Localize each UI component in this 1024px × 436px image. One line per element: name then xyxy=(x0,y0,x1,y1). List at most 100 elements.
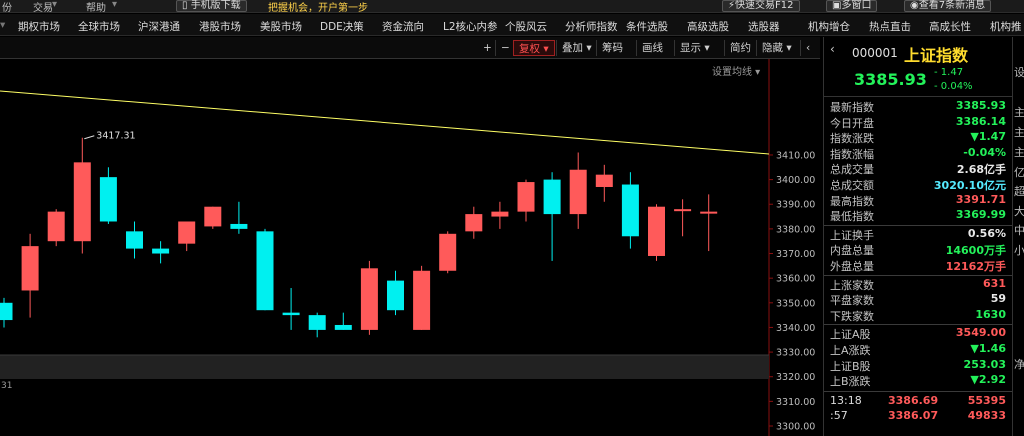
menu-item[interactable]: 个股风云 xyxy=(505,19,547,34)
top-bar: 份 交易 ▾ 帮助 ▾ ▯ 手机版下载 把握机会，开户第一步 ⚡快速交易F12 … xyxy=(0,0,1024,14)
zoom-in-button[interactable]: + xyxy=(478,40,497,56)
side-strip-item[interactable]: 大 xyxy=(1014,203,1024,219)
chevron-down-icon: ▾ xyxy=(112,0,118,10)
menu-item[interactable]: 机构增仓 xyxy=(808,19,850,34)
side-strip-item[interactable]: 主 xyxy=(1014,124,1024,140)
candle-down xyxy=(126,231,143,249)
menu-item[interactable]: 分析师指数 xyxy=(565,19,618,34)
chips-button[interactable]: 筹码 xyxy=(596,40,628,56)
kline-chart-panel[interactable]: 3410.00 3400.00 3390.00 3380.00 3370.00 3360.… xyxy=(0,37,820,436)
quote-value: 3369.99 xyxy=(955,208,1006,222)
side-strip-item[interactable]: 小 xyxy=(1014,242,1024,258)
side-strip-item[interactable]: 亿 xyxy=(1014,164,1024,180)
quote-row: 平盘家数 59 xyxy=(830,292,1006,307)
candle-up xyxy=(204,206,222,227)
quote-value: -0.04% xyxy=(963,145,1006,159)
candle-up xyxy=(700,211,718,214)
side-strip-item[interactable]: 主 xyxy=(1014,144,1024,160)
menu-item[interactable]: 资金流向 xyxy=(382,19,424,34)
phone-icon: ▯ xyxy=(182,0,191,11)
quote-label: 总成交额 xyxy=(830,179,874,192)
quote-label: 今日开盘 xyxy=(830,116,874,130)
candle-down xyxy=(621,184,639,237)
menu-item[interactable]: 美股市场 xyxy=(260,19,302,34)
quote-row: 上证A股 3549.00 xyxy=(830,326,1006,341)
candle-up xyxy=(595,174,613,187)
quote-value: 3549.00 xyxy=(955,326,1006,340)
candle-up xyxy=(47,211,65,242)
candle-down xyxy=(256,231,274,311)
candle-down xyxy=(308,315,326,330)
menu-item[interactable]: 全球市场 xyxy=(78,19,120,34)
candle-up xyxy=(413,270,431,330)
multi-window-button[interactable]: ▣多窗口 xyxy=(826,0,878,12)
overlay-button[interactable]: 叠加 ▾ xyxy=(556,40,597,56)
y-tick-label: 3400.00 xyxy=(776,175,815,186)
menu-item[interactable]: 机构推 xyxy=(990,19,1022,34)
mobile-download-button[interactable]: ▯ 手机版下载 xyxy=(176,0,247,12)
topbar-item[interactable]: 份 xyxy=(2,0,12,14)
menu-item[interactable]: 沪深港通 xyxy=(138,19,180,34)
ma-settings-link[interactable]: 设置均线 ▾ xyxy=(712,63,760,78)
quick-trade-button[interactable]: ⚡快速交易F12 xyxy=(722,0,800,12)
topbar-item[interactable]: 帮助 xyxy=(86,0,106,14)
candle-down xyxy=(334,324,352,330)
zoom-out-button[interactable]: − xyxy=(495,40,515,56)
menu-item[interactable]: 期权市场 xyxy=(18,19,60,34)
side-strip-item[interactable]: 设 xyxy=(1014,64,1024,80)
quote-label: 上证A股 xyxy=(830,328,871,342)
trend-line xyxy=(0,90,770,155)
menu-item[interactable]: L2核心内参 xyxy=(443,19,498,34)
menu-item[interactable]: 高级选股 xyxy=(687,19,729,34)
quote-value: 14600万手 xyxy=(945,244,1006,258)
tick-row: :57 3386.07 49833 xyxy=(830,409,1006,424)
quote-label: 下跌家数 xyxy=(830,309,874,323)
quote-row: 上证B股 253.03 xyxy=(830,358,1006,373)
quote-value: ▼1.47 xyxy=(970,130,1006,144)
quote-label: 指数涨幅 xyxy=(830,147,874,161)
adjust-rights-button[interactable]: 复权 ▾ xyxy=(513,40,555,56)
y-tick-label: 3340.00 xyxy=(776,323,815,334)
menu-separator: ▾ xyxy=(0,19,6,31)
side-strip-item[interactable]: 净 xyxy=(1014,356,1024,372)
topbar-item[interactable]: 交易 xyxy=(33,0,53,14)
left-edge-label: 31 xyxy=(1,381,12,391)
quote-label: 外盘总量 xyxy=(830,260,874,273)
hide-button[interactable]: 隐藏 ▾ xyxy=(756,40,797,56)
draw-line-button[interactable]: 画线 xyxy=(636,40,668,56)
side-strip-item[interactable]: 中 xyxy=(1014,222,1024,238)
peak-pointer xyxy=(84,135,95,140)
stock-name: 上证指数 xyxy=(904,46,969,65)
candle-up xyxy=(73,162,91,242)
candle-up xyxy=(178,221,196,244)
chevron-down-icon: ▾ xyxy=(586,42,592,54)
quote-separator xyxy=(824,274,1012,276)
promo-link[interactable]: 把握机会，开户第一步 xyxy=(268,0,368,14)
menu-item[interactable]: 条件选股 xyxy=(626,19,668,34)
quote-label: 最高指数 xyxy=(830,194,874,208)
display-button[interactable]: 显示 ▾ xyxy=(674,40,715,56)
kline-chart[interactable]: 3410.00 3400.00 3390.00 3380.00 3370.00 3360.… xyxy=(0,37,820,436)
quote-row: 总成交额 3020.10亿元 xyxy=(830,177,1006,192)
quote-row: 上涨家数 631 xyxy=(830,277,1006,292)
quote-row: 上A涨跌 ▼1.46 xyxy=(830,342,1006,357)
candle-down xyxy=(0,302,13,321)
side-strip: 设主主主亿超大中小净 xyxy=(1012,37,1024,436)
simple-button[interactable]: 简约 xyxy=(724,40,756,56)
candle-down xyxy=(230,223,248,229)
menu-item[interactable]: 高成长性 xyxy=(929,19,971,34)
menu-item[interactable]: DDE决策 xyxy=(320,19,364,34)
menu-item[interactable]: 港股市场 xyxy=(199,19,241,34)
quote-label: 最低指数 xyxy=(830,210,874,224)
menu-item[interactable]: 选股器 xyxy=(748,19,780,34)
collapse-arrow-icon[interactable]: ‹ xyxy=(800,40,815,56)
news-button[interactable]: ◉查看7条新消息 xyxy=(904,0,992,12)
quote-value: ▼2.92 xyxy=(970,373,1006,387)
side-strip-item[interactable]: 超 xyxy=(1014,183,1024,199)
collapse-panel-icon[interactable]: ‹ xyxy=(830,42,835,56)
quote-label: 上A涨跌 xyxy=(830,344,871,357)
y-tick-label: 3370.00 xyxy=(776,249,815,260)
menu-item[interactable]: 热点直击 xyxy=(869,19,911,34)
y-tick-label: 3360.00 xyxy=(776,274,815,285)
side-strip-item[interactable]: 主 xyxy=(1014,104,1024,120)
